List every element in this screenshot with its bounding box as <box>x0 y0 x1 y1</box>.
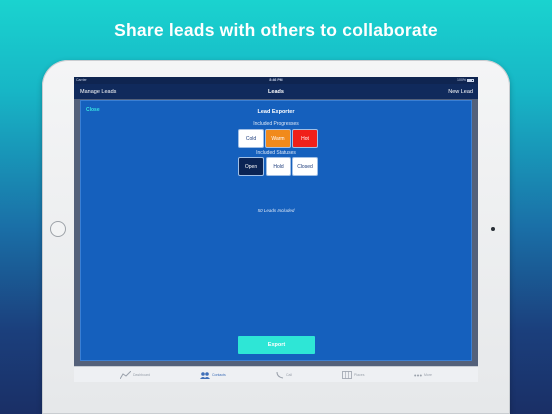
tab-bar: Dashboard Contacts Call Places More <box>74 366 478 382</box>
export-button[interactable]: Export <box>238 336 315 354</box>
status-time: 8:46 PM <box>269 78 283 82</box>
promo-headline: Share leads with others to collaborate <box>114 20 438 40</box>
leads-included-count: 50 Leads Included <box>257 208 295 213</box>
tab-label: Places <box>354 373 365 377</box>
tab-label: Dashboard <box>133 373 151 377</box>
included-statuses-label: Included Statuses <box>256 150 296 156</box>
option-label: Hold <box>273 163 284 170</box>
tab-label: Call <box>286 373 293 377</box>
status-bar: Carrier 8:46 PM 100% <box>74 77 478 84</box>
included-progresses-label: Included Progresses <box>253 121 299 127</box>
more-icon <box>414 374 422 376</box>
chart-line-icon <box>120 371 131 379</box>
export-label: Export <box>267 342 286 348</box>
battery-icon <box>467 78 474 82</box>
progress-option-cold[interactable]: Cold <box>239 130 263 147</box>
option-label: Warm <box>271 135 285 142</box>
status-option-open[interactable]: Open <box>239 158 263 175</box>
status-option-hold[interactable]: Hold <box>267 158 290 175</box>
option-label: Hot <box>301 135 309 142</box>
option-label: Cold <box>245 135 257 142</box>
new-lead-button[interactable]: New Lead <box>448 89 473 95</box>
tab-more[interactable]: More <box>414 370 432 380</box>
battery-percent: 100% <box>457 78 466 82</box>
map-icon <box>342 371 352 379</box>
tab-label: More <box>424 373 432 377</box>
lead-exporter-modal: Close Lead Exporter Included Progresses … <box>80 100 472 361</box>
contacts-icon <box>200 371 210 379</box>
progress-option-hot[interactable]: Hot <box>293 130 317 147</box>
phone-icon <box>276 371 284 379</box>
tab-label: Contacts <box>212 373 226 377</box>
tab-dashboard[interactable]: Dashboard <box>120 370 150 380</box>
option-label: Open <box>244 163 258 170</box>
tab-call[interactable]: Call <box>276 370 292 380</box>
progress-option-warm[interactable]: Warm <box>266 130 290 147</box>
option-label: Closed <box>297 163 313 170</box>
tab-places[interactable]: Places <box>342 370 365 380</box>
navigation-bar: Manage Leads Leads New Lead <box>74 84 478 99</box>
front-camera <box>491 227 495 231</box>
modal-title: Lead Exporter <box>257 109 295 115</box>
ipad-screen: Carrier 8:46 PM 100% Manage Leads Leads … <box>74 77 478 382</box>
battery-indicator: 100% <box>457 78 474 82</box>
status-option-closed[interactable]: Closed <box>293 158 317 175</box>
tab-contacts[interactable]: Contacts <box>200 370 226 380</box>
home-button[interactable] <box>50 221 66 237</box>
nav-title: Leads <box>268 89 284 95</box>
